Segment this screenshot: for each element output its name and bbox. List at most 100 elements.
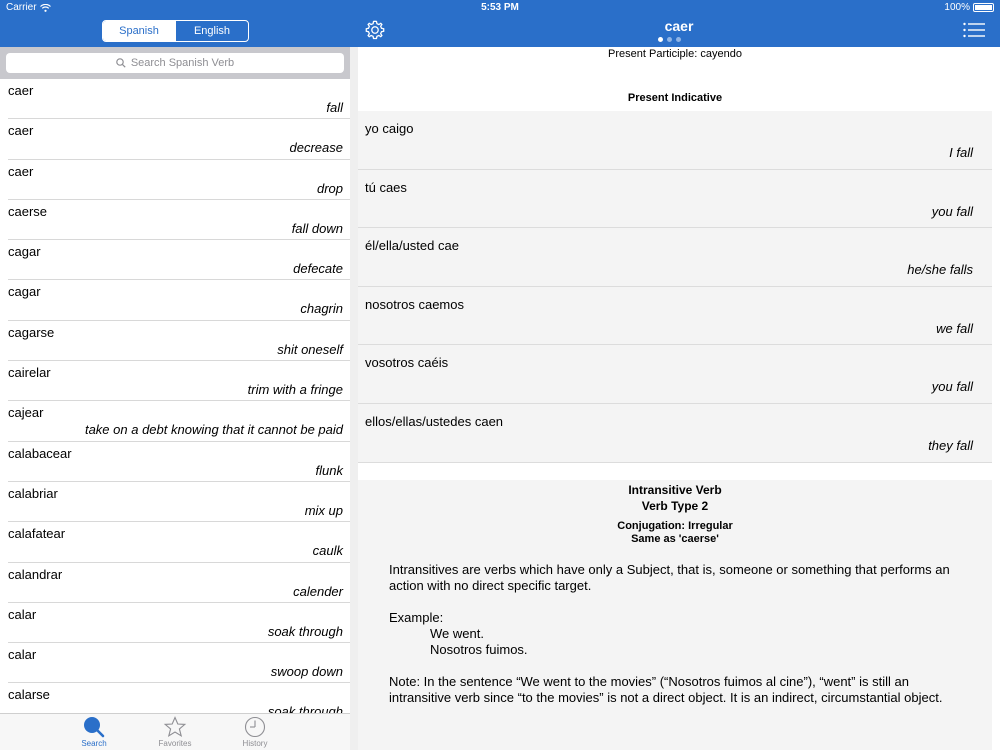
verb-spanish: cagar bbox=[8, 244, 41, 260]
page-indicator[interactable] bbox=[658, 37, 681, 42]
conjugation-english: you fall bbox=[931, 203, 973, 219]
verb-english: trim with a fringe bbox=[247, 382, 343, 398]
verb-english: fall down bbox=[291, 220, 343, 236]
verb-spanish: caerse bbox=[8, 203, 48, 219]
verb-spanish: caer bbox=[8, 83, 34, 98]
verb-spanish: calarse bbox=[8, 687, 50, 703]
split-divider bbox=[350, 47, 358, 750]
notes-body: Intransitives are verbs which have only … bbox=[358, 562, 992, 706]
search-bar: Search Spanish Verb bbox=[0, 47, 350, 79]
list-item[interactable]: calar soak through bbox=[8, 603, 350, 644]
list-item[interactable]: caer decrease bbox=[8, 119, 350, 160]
verb-english: mix up bbox=[304, 502, 343, 518]
example-english: We went. bbox=[430, 626, 484, 641]
list-item[interactable]: cagar defecate bbox=[8, 240, 350, 281]
search-tab-icon bbox=[84, 717, 105, 738]
conjugation-type: Conjugation: Irregular bbox=[617, 520, 733, 532]
list-menu-icon[interactable] bbox=[963, 22, 985, 38]
star-icon bbox=[163, 716, 187, 737]
list-item[interactable]: calarse soak through bbox=[8, 683, 350, 714]
tab-history-label: History bbox=[242, 739, 268, 748]
page-dot bbox=[667, 37, 672, 42]
list-item[interactable]: calandrar calender bbox=[8, 563, 350, 603]
list-item[interactable]: cajear take on a debt knowing that it can… bbox=[8, 401, 350, 442]
verb-english: soak through bbox=[267, 623, 343, 639]
status-bar: Carrier 5:53 PM 100% bbox=[0, 0, 1000, 16]
verb-list-panel: Search Spanish Verb caer fall caer decrease… bbox=[0, 47, 350, 750]
conjugation-english: he/she falls bbox=[907, 262, 973, 278]
verb-spanish: calar bbox=[8, 606, 37, 622]
example-spanish: Nosotros fuimos. bbox=[430, 642, 528, 657]
verb-english: shit oneself bbox=[277, 341, 343, 357]
list-item[interactable]: cairelar trim with a fringe bbox=[8, 361, 350, 402]
search-input[interactable]: Search Spanish Verb bbox=[6, 53, 344, 73]
list-item[interactable]: calabacear flunk bbox=[8, 442, 350, 482]
verb-spanish: cagar bbox=[8, 284, 41, 300]
verb-spanish: caer bbox=[8, 163, 34, 179]
page-title: caer bbox=[664, 18, 694, 34]
verb-english: chagrin bbox=[300, 301, 343, 317]
search-placeholder: Search Spanish Verb bbox=[130, 57, 235, 69]
present-participle: Present Participle: cayendo bbox=[608, 48, 742, 60]
verb-english: fall bbox=[326, 100, 343, 115]
list-item[interactable]: caerse fall down bbox=[8, 200, 350, 241]
conjugation-spanish: yo caigo bbox=[365, 121, 414, 136]
top-bar: Carrier 5:53 PM 100% Spanish English cae… bbox=[0, 0, 1000, 47]
verb-english: flunk bbox=[315, 462, 343, 478]
verb-spanish: calafatear bbox=[8, 526, 66, 542]
verb-spanish: cajear bbox=[8, 405, 44, 421]
verb-english: take on a debt knowing that it cannot be… bbox=[84, 422, 343, 438]
conjugation-english: you fall bbox=[931, 379, 973, 395]
list-item[interactable]: caer drop bbox=[8, 160, 350, 200]
battery-indicator: 100% bbox=[944, 2, 994, 13]
verb-english: defecate bbox=[293, 261, 343, 277]
status-time: 5:53 PM bbox=[481, 2, 519, 13]
tab-history[interactable]: History bbox=[220, 716, 290, 748]
tab-favorites[interactable]: Favorites bbox=[140, 716, 210, 748]
conjugation-spanish: él/ella/usted cae bbox=[365, 238, 459, 254]
conjugation-panel: Present Participle: cayendo Present Indi… bbox=[358, 47, 1000, 750]
conjugation-row: ellos/ellas/ustedes caen they fall bbox=[358, 404, 992, 463]
list-item[interactable]: cagarse shit oneself bbox=[8, 321, 350, 362]
language-segmented-control: Spanish English bbox=[102, 20, 249, 42]
verb-spanish: calabriar bbox=[8, 485, 58, 501]
verb-spanish: caer bbox=[8, 123, 34, 139]
conjugation-spanish: tú caes bbox=[365, 179, 407, 195]
tab-search-label: Search bbox=[81, 739, 107, 748]
conjugation-spanish: nosotros caemos bbox=[365, 296, 464, 312]
verb-spanish: cairelar bbox=[8, 365, 51, 381]
page-dot bbox=[658, 37, 663, 42]
verb-english: calender bbox=[293, 583, 343, 599]
list-item[interactable]: cagar chagrin bbox=[8, 280, 350, 321]
notes-title: Intransitive Verb bbox=[628, 483, 722, 497]
list-item[interactable]: caer fall bbox=[8, 79, 350, 120]
notes-example: Example: We went. Nosotros fuimos. bbox=[389, 610, 962, 658]
conjugation-table: yo caigo I fall tú caes you fall él/ella/ust… bbox=[358, 111, 992, 463]
conjugation-row: nosotros caemos we fall bbox=[358, 287, 992, 346]
verb-spanish: calandrar bbox=[8, 566, 63, 582]
conjugation-row: tú caes you fall bbox=[358, 170, 992, 229]
verb-spanish: calar bbox=[8, 647, 37, 663]
page-dot bbox=[676, 37, 681, 42]
conjugation-english: I fall bbox=[949, 145, 973, 160]
verb-list[interactable]: caer fall caer decrease caer drop caerse fall d… bbox=[0, 79, 350, 714]
segment-english[interactable]: English bbox=[175, 21, 248, 41]
section-title: Present Indicative bbox=[627, 92, 723, 104]
notes-subtitle: Verb Type 2 bbox=[641, 499, 709, 513]
search-icon bbox=[116, 58, 126, 68]
tab-search[interactable]: Search bbox=[59, 716, 129, 748]
list-item[interactable]: calafatear caulk bbox=[8, 522, 350, 563]
list-item[interactable]: calabriar mix up bbox=[8, 482, 350, 523]
example-label: Example: bbox=[389, 610, 444, 625]
verb-notes: Intransitive Verb Verb Type 2 Conjugatio… bbox=[358, 480, 992, 750]
clock-icon bbox=[244, 716, 266, 738]
list-item[interactable]: calar swoop down bbox=[8, 643, 350, 684]
battery-label: 100% bbox=[944, 2, 970, 13]
conjugation-row: yo caigo I fall bbox=[358, 111, 992, 170]
tab-bar: Search Favorites History bbox=[0, 713, 350, 750]
segment-spanish[interactable]: Spanish bbox=[103, 21, 175, 41]
conjugation-row: él/ella/usted cae he/she falls bbox=[358, 228, 992, 287]
verb-english: decrease bbox=[289, 140, 343, 156]
notes-paragraph: Intransitives are verbs which have only … bbox=[389, 562, 950, 593]
conjugation-english: they fall bbox=[928, 437, 973, 453]
